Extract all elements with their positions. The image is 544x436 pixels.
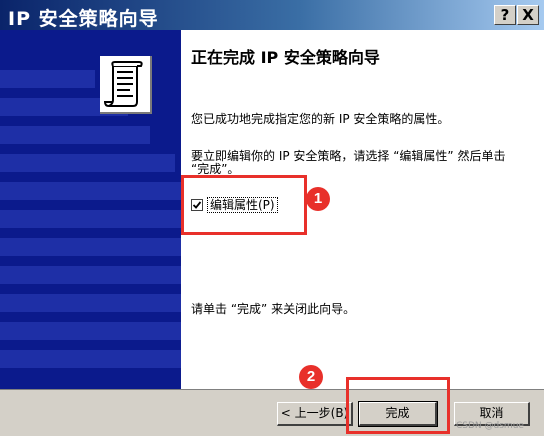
banner-stripe (0, 350, 181, 368)
help-button[interactable]: ? (494, 5, 516, 25)
completion-description: 您已成功地完成指定您的新 IP 安全策略的属性。 (191, 112, 450, 126)
annotation-badge-2: 2 (299, 365, 323, 389)
scroll-document-icon (100, 56, 152, 114)
banner-stripe (0, 154, 175, 172)
banner-stripe (0, 238, 181, 256)
banner-stripe (0, 294, 181, 312)
window-title: IP 安全策略向导 (8, 8, 159, 30)
banner-stripe (0, 126, 150, 144)
edit-instructions: 要立即编辑你的 IP 安全策略，请选择 “编辑属性” 然后单击 “完成”。 (191, 149, 506, 176)
annotation-box-1 (181, 175, 307, 235)
banner-stripe (0, 182, 181, 200)
watermark: CSDN @dsmue (456, 421, 524, 431)
banner-stripe (0, 70, 95, 88)
close-button[interactable]: X (517, 5, 539, 25)
title-bar: IP 安全策略向导 ? X (0, 0, 544, 30)
wizard-side-banner (0, 30, 181, 389)
annotation-box-2 (346, 377, 450, 434)
banner-stripe (0, 266, 181, 284)
page-title: 正在完成 IP 安全策略向导 (191, 48, 380, 67)
finish-instructions: 请单击 “完成” 来关闭此向导。 (191, 302, 356, 316)
banner-stripe (0, 210, 181, 228)
back-button[interactable]: < 上一步(B) (277, 402, 353, 426)
banner-stripe (0, 322, 181, 340)
annotation-badge-1: 1 (306, 187, 330, 211)
